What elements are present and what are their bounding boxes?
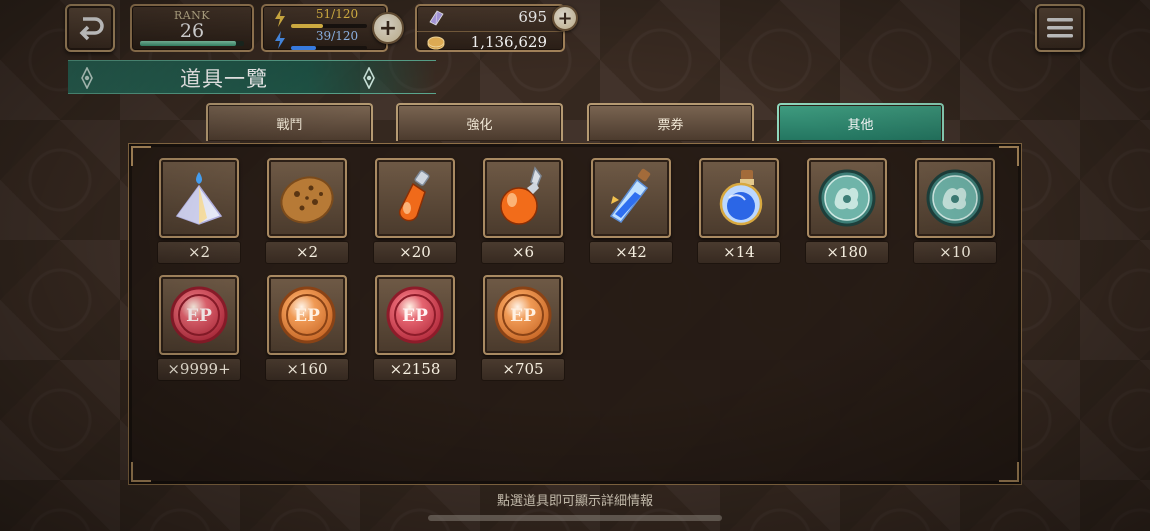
svg-text:EP: EP — [510, 306, 536, 326]
item-count: ×9999+ — [157, 358, 241, 381]
plus-icon: + — [557, 7, 573, 29]
red-coin-icon: EP — [170, 286, 228, 344]
menu-button[interactable] — [1035, 4, 1085, 52]
item-count: ×2158 — [373, 358, 457, 381]
bronze-coin-icon: EP — [278, 286, 336, 344]
stamina-yellow-bar — [291, 24, 367, 28]
item-frame — [699, 158, 779, 238]
item-count: ×14 — [697, 241, 781, 264]
item-frame — [159, 158, 239, 238]
blue-elixir-flask-icon — [719, 170, 763, 226]
add-gems-button[interactable]: + — [552, 5, 578, 31]
item-count: ×42 — [589, 241, 673, 264]
teal-medal-icon — [818, 169, 876, 227]
item-frame: EP — [375, 275, 455, 355]
rank-value: 26 — [179, 20, 205, 42]
item-slot[interactable]: EP ×705 — [481, 275, 565, 383]
large-orange-potion-icon — [500, 166, 542, 225]
item-frame — [807, 158, 887, 238]
back-arrow-icon — [79, 17, 104, 41]
blue-elixir-vial-icon — [609, 168, 651, 223]
item-count: ×2 — [265, 241, 349, 264]
plus-icon: + — [378, 15, 398, 41]
item-count: ×180 — [805, 241, 889, 264]
item-slot[interactable]: ×14 — [697, 158, 781, 266]
rank-panel: RANK 26 — [130, 4, 254, 52]
gold-coin-icon — [427, 36, 445, 50]
item-frame — [483, 158, 563, 238]
item-slot[interactable]: ×2 — [157, 158, 241, 266]
cookie-icon — [280, 176, 334, 224]
item-count: ×705 — [481, 358, 565, 381]
tab-tickets[interactable]: 票券 — [587, 103, 754, 141]
item-panel: ×2 ×2 ×20 ×6 ×42 ×14 ×180 ×10 EP ×9999+ EP ×160 EP ×2… — [128, 143, 1022, 485]
item-count: ×10 — [913, 241, 997, 264]
item-slot[interactable]: ×10 — [913, 158, 997, 266]
item-count: ×160 — [265, 358, 349, 381]
small-orange-potion-icon — [398, 170, 430, 222]
home-indicator — [428, 515, 722, 521]
item-count: ×2 — [157, 241, 241, 264]
item-slot[interactable]: EP ×2158 — [373, 275, 457, 383]
gold-count: 1,136,629 — [470, 33, 547, 51]
teal-medal-icon — [926, 169, 984, 227]
item-count: ×6 — [481, 241, 565, 264]
crystal-gem-icon — [429, 10, 444, 26]
item-slot[interactable]: EP ×9999+ — [157, 275, 241, 383]
stamina-panel: 51/120 39/120 — [261, 4, 388, 52]
page-title: 道具一覽 — [180, 67, 268, 91]
hamburger-menu-icon — [1047, 18, 1073, 38]
ornament-icon — [81, 67, 93, 89]
item-slot[interactable]: ×6 — [481, 158, 565, 266]
yellow-lightning-icon — [275, 9, 285, 27]
item-slot[interactable]: ×20 — [373, 158, 457, 266]
tab-enhance[interactable]: 強化 — [396, 103, 563, 141]
back-button[interactable] — [65, 4, 115, 52]
ornament-icon — [363, 67, 375, 89]
item-slot[interactable]: EP ×160 — [265, 275, 349, 383]
hint-text: 點選道具即可顯示詳細情報 — [496, 494, 653, 509]
tab-other[interactable]: 其他 — [777, 103, 944, 141]
item-frame: EP — [483, 275, 563, 355]
svg-text:EP: EP — [186, 306, 212, 326]
item-frame — [267, 158, 347, 238]
item-slot[interactable]: ×2 — [265, 158, 349, 266]
svg-text:EP: EP — [402, 306, 428, 326]
title-banner: 道具一覽 — [68, 60, 436, 94]
item-frame — [375, 158, 455, 238]
gem-count: 695 — [518, 8, 547, 26]
item-count: ×20 — [373, 241, 457, 264]
bronze-coin-icon: EP — [494, 286, 552, 344]
item-frame: EP — [159, 275, 239, 355]
stamina-blue-text: 39/120 — [315, 29, 359, 43]
blue-lightning-icon — [275, 31, 285, 49]
item-slot[interactable]: ×180 — [805, 158, 889, 266]
item-frame — [591, 158, 671, 238]
rank-exp-bar — [140, 41, 244, 46]
svg-text:EP: EP — [294, 306, 320, 326]
crystal-pyramid-icon — [175, 172, 223, 225]
item-frame — [915, 158, 995, 238]
stamina-yellow-text: 51/120 — [315, 7, 359, 21]
stamina-blue-bar — [291, 46, 367, 50]
tab-battle[interactable]: 戰鬥 — [206, 103, 373, 141]
item-frame: EP — [267, 275, 347, 355]
item-slot[interactable]: ×42 — [589, 158, 673, 266]
add-stamina-button[interactable]: + — [372, 12, 404, 44]
currency-panel: 695 1,136,629 — [415, 4, 565, 52]
red-coin-icon: EP — [386, 286, 444, 344]
